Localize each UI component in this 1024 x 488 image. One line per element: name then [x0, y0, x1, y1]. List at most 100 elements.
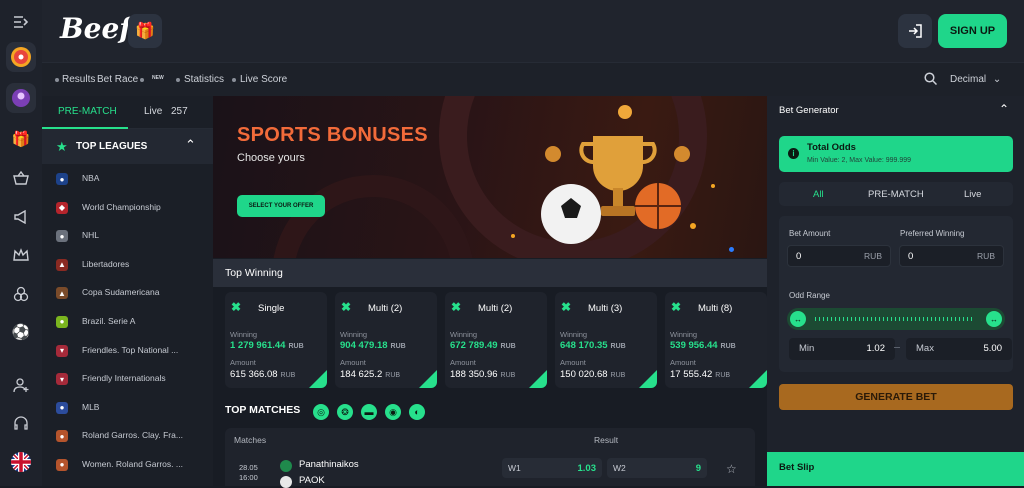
- friendly-internationals-icon: ▾: [56, 373, 68, 386]
- total-odds-range: Min Value: 2, Max Value: 999.999: [807, 157, 912, 164]
- chevron-down-icon: ⌄: [992, 74, 1002, 85]
- slider-min-handle[interactable]: ↔: [790, 311, 806, 327]
- login-button[interactable]: [898, 14, 932, 48]
- max-odd-input[interactable]: Max 5.00: [906, 338, 1012, 360]
- min-odd-input[interactable]: Min 1.02: [789, 338, 895, 360]
- winning-card[interactable]: ✖ Multi (2) Winning 672 789.49 RUB Amount…: [445, 292, 547, 388]
- league-item[interactable]: ● NBA: [42, 164, 213, 193]
- avatar-icon[interactable]: [6, 83, 36, 113]
- new-badge: NEW: [152, 75, 164, 81]
- icon-rail: 🎁 ⚽: [0, 0, 42, 486]
- top-leagues-header[interactable]: ★ TOP LEAGUES ⌃: [42, 129, 213, 164]
- team-away[interactable]: PAOK: [299, 475, 325, 486]
- chevron-up-icon[interactable]: ⌃: [999, 102, 1009, 116]
- tab-prematch[interactable]: PRE-MATCH: [868, 189, 924, 200]
- result-column-header: Result: [594, 435, 619, 445]
- roland-garros-icon: ●: [56, 430, 68, 443]
- odds-format-select[interactable]: Decimal ⌄: [950, 74, 1001, 85]
- wheel-icon[interactable]: [6, 42, 36, 72]
- odd-range-slider[interactable]: ↔ ↔: [787, 308, 1005, 330]
- winning-value: 648 170.35 RUB: [560, 340, 626, 351]
- league-name: NBA: [82, 173, 100, 183]
- basket-icon[interactable]: [6, 163, 36, 193]
- sidebar-tabs: PRE-MATCH Live 257: [42, 96, 213, 129]
- hockey-filter-icon[interactable]: ▬: [361, 404, 377, 420]
- amount-label: Amount: [450, 358, 476, 367]
- league-item[interactable]: ● Women. Roland Garros. ...: [42, 450, 213, 479]
- gift-button[interactable]: 🎁: [128, 14, 162, 48]
- odd-w2-button[interactable]: W2 9: [607, 458, 707, 478]
- tab-live[interactable]: Live: [964, 189, 981, 200]
- nav-dot: [232, 78, 236, 82]
- team-home[interactable]: Panathinaikos: [299, 459, 359, 470]
- world-championship-icon: ◆: [56, 201, 68, 214]
- card-corner: [309, 370, 327, 388]
- menu-collapse-icon[interactable]: [6, 7, 36, 37]
- top-leagues-title: TOP LEAGUES: [76, 141, 148, 152]
- uk-flag-icon[interactable]: [6, 447, 36, 477]
- odd-w1-button[interactable]: W1 1.03: [502, 458, 602, 478]
- star-icon[interactable]: ☆: [726, 462, 737, 476]
- promo-banner[interactable]: SPORTS BONUSES Choose yours SELECT YOUR …: [213, 96, 767, 258]
- league-name: Roland Garros. Clay. Fra...: [82, 430, 183, 441]
- chevron-up-icon[interactable]: ⌃: [185, 137, 196, 153]
- league-name: Friendly Internationals: [82, 373, 166, 384]
- crown-icon[interactable]: [6, 240, 36, 270]
- league-item[interactable]: ● Roland Garros. Clay. Fra...: [42, 421, 213, 450]
- bet-amount-input[interactable]: 0 RUB: [787, 245, 891, 267]
- carousel-indicator[interactable]: [729, 247, 734, 252]
- rings-icon[interactable]: [6, 279, 36, 309]
- brand-logo[interactable]: Beef: [60, 12, 131, 45]
- league-item[interactable]: ▾ Friendles. Top National ...: [42, 336, 213, 365]
- tab-live[interactable]: Live: [144, 106, 162, 117]
- league-item[interactable]: ▲ Libertadores: [42, 250, 213, 279]
- signup-button[interactable]: SIGN UP: [938, 14, 1007, 48]
- nav-live-score[interactable]: Live Score: [240, 74, 287, 85]
- libertadores-icon: ▲: [56, 258, 68, 271]
- league-item[interactable]: ▾ Friendly Internationals: [42, 364, 213, 393]
- rugby-filter-icon[interactable]: ◉: [385, 404, 401, 420]
- nav-dot: [176, 78, 180, 82]
- search-icon[interactable]: [924, 72, 938, 88]
- bet-generator-form: Bet Amount Preferred Winning 0 RUB 0 RUB O…: [779, 216, 1013, 372]
- total-odds-box: i Total Odds Min Value: 2, Max Value: 99…: [779, 136, 1013, 172]
- add-user-icon[interactable]: [6, 370, 36, 400]
- amount-label: Amount: [670, 358, 696, 367]
- top-winning-title: Top Winning: [225, 267, 283, 279]
- generate-bet-button[interactable]: GENERATE BET: [779, 384, 1013, 410]
- football-icon[interactable]: ⚽: [6, 317, 36, 347]
- bet-slip-bar[interactable]: Bet Slip: [767, 452, 1024, 486]
- basketball-filter-icon[interactable]: ◎: [313, 404, 329, 420]
- matches-column-header: Matches: [234, 435, 267, 445]
- roland-garros-women-icon: ●: [56, 458, 68, 471]
- megaphone-icon[interactable]: [6, 202, 36, 232]
- live-count: 257: [171, 106, 188, 117]
- football-filter-icon[interactable]: ❂: [337, 404, 353, 420]
- nhl-icon: ●: [56, 230, 68, 243]
- gift-icon[interactable]: 🎁: [6, 124, 36, 154]
- slider-max-handle[interactable]: ↔: [986, 311, 1002, 327]
- winning-card[interactable]: ✖ Multi (2) Winning 904 479.18 RUB Amount…: [335, 292, 437, 388]
- winning-card[interactable]: ✖ Multi (3) Winning 648 170.35 RUB Amount…: [555, 292, 657, 388]
- tab-prematch[interactable]: PRE-MATCH: [58, 106, 117, 117]
- select-offer-button[interactable]: SELECT YOUR OFFER: [237, 195, 325, 217]
- winning-card[interactable]: ✖ Multi (8) Winning 539 956.44 RUB Amount…: [665, 292, 767, 388]
- league-item[interactable]: ▲ Copa Sudamericana: [42, 278, 213, 307]
- amount-value: 184 625.2 RUB: [340, 369, 401, 380]
- nav-statistics[interactable]: Statistics: [184, 74, 224, 85]
- league-item[interactable]: ◆ World Championship: [42, 193, 213, 222]
- amount-label: Amount: [560, 358, 586, 367]
- nav-bet-race[interactable]: Bet Race: [97, 74, 138, 85]
- bet-type: Multi (8): [698, 303, 733, 314]
- tab-all[interactable]: All: [813, 189, 824, 200]
- winning-card[interactable]: ✖ Single Winning 1 279 961.44 RUB Amount …: [225, 292, 327, 388]
- tennis-filter-icon[interactable]: ◐: [409, 404, 425, 420]
- league-item[interactable]: ● NHL: [42, 221, 213, 250]
- preferred-winning-input[interactable]: 0 RUB: [899, 245, 1004, 267]
- headset-icon[interactable]: [6, 408, 36, 438]
- top-bar: Beef 🎁 SIGN UP: [42, 0, 1024, 62]
- team-logo: [280, 460, 292, 472]
- league-item[interactable]: ● Brazil. Serie A: [42, 307, 213, 336]
- league-item[interactable]: ● MLB: [42, 393, 213, 422]
- nav-results[interactable]: Results: [62, 74, 95, 85]
